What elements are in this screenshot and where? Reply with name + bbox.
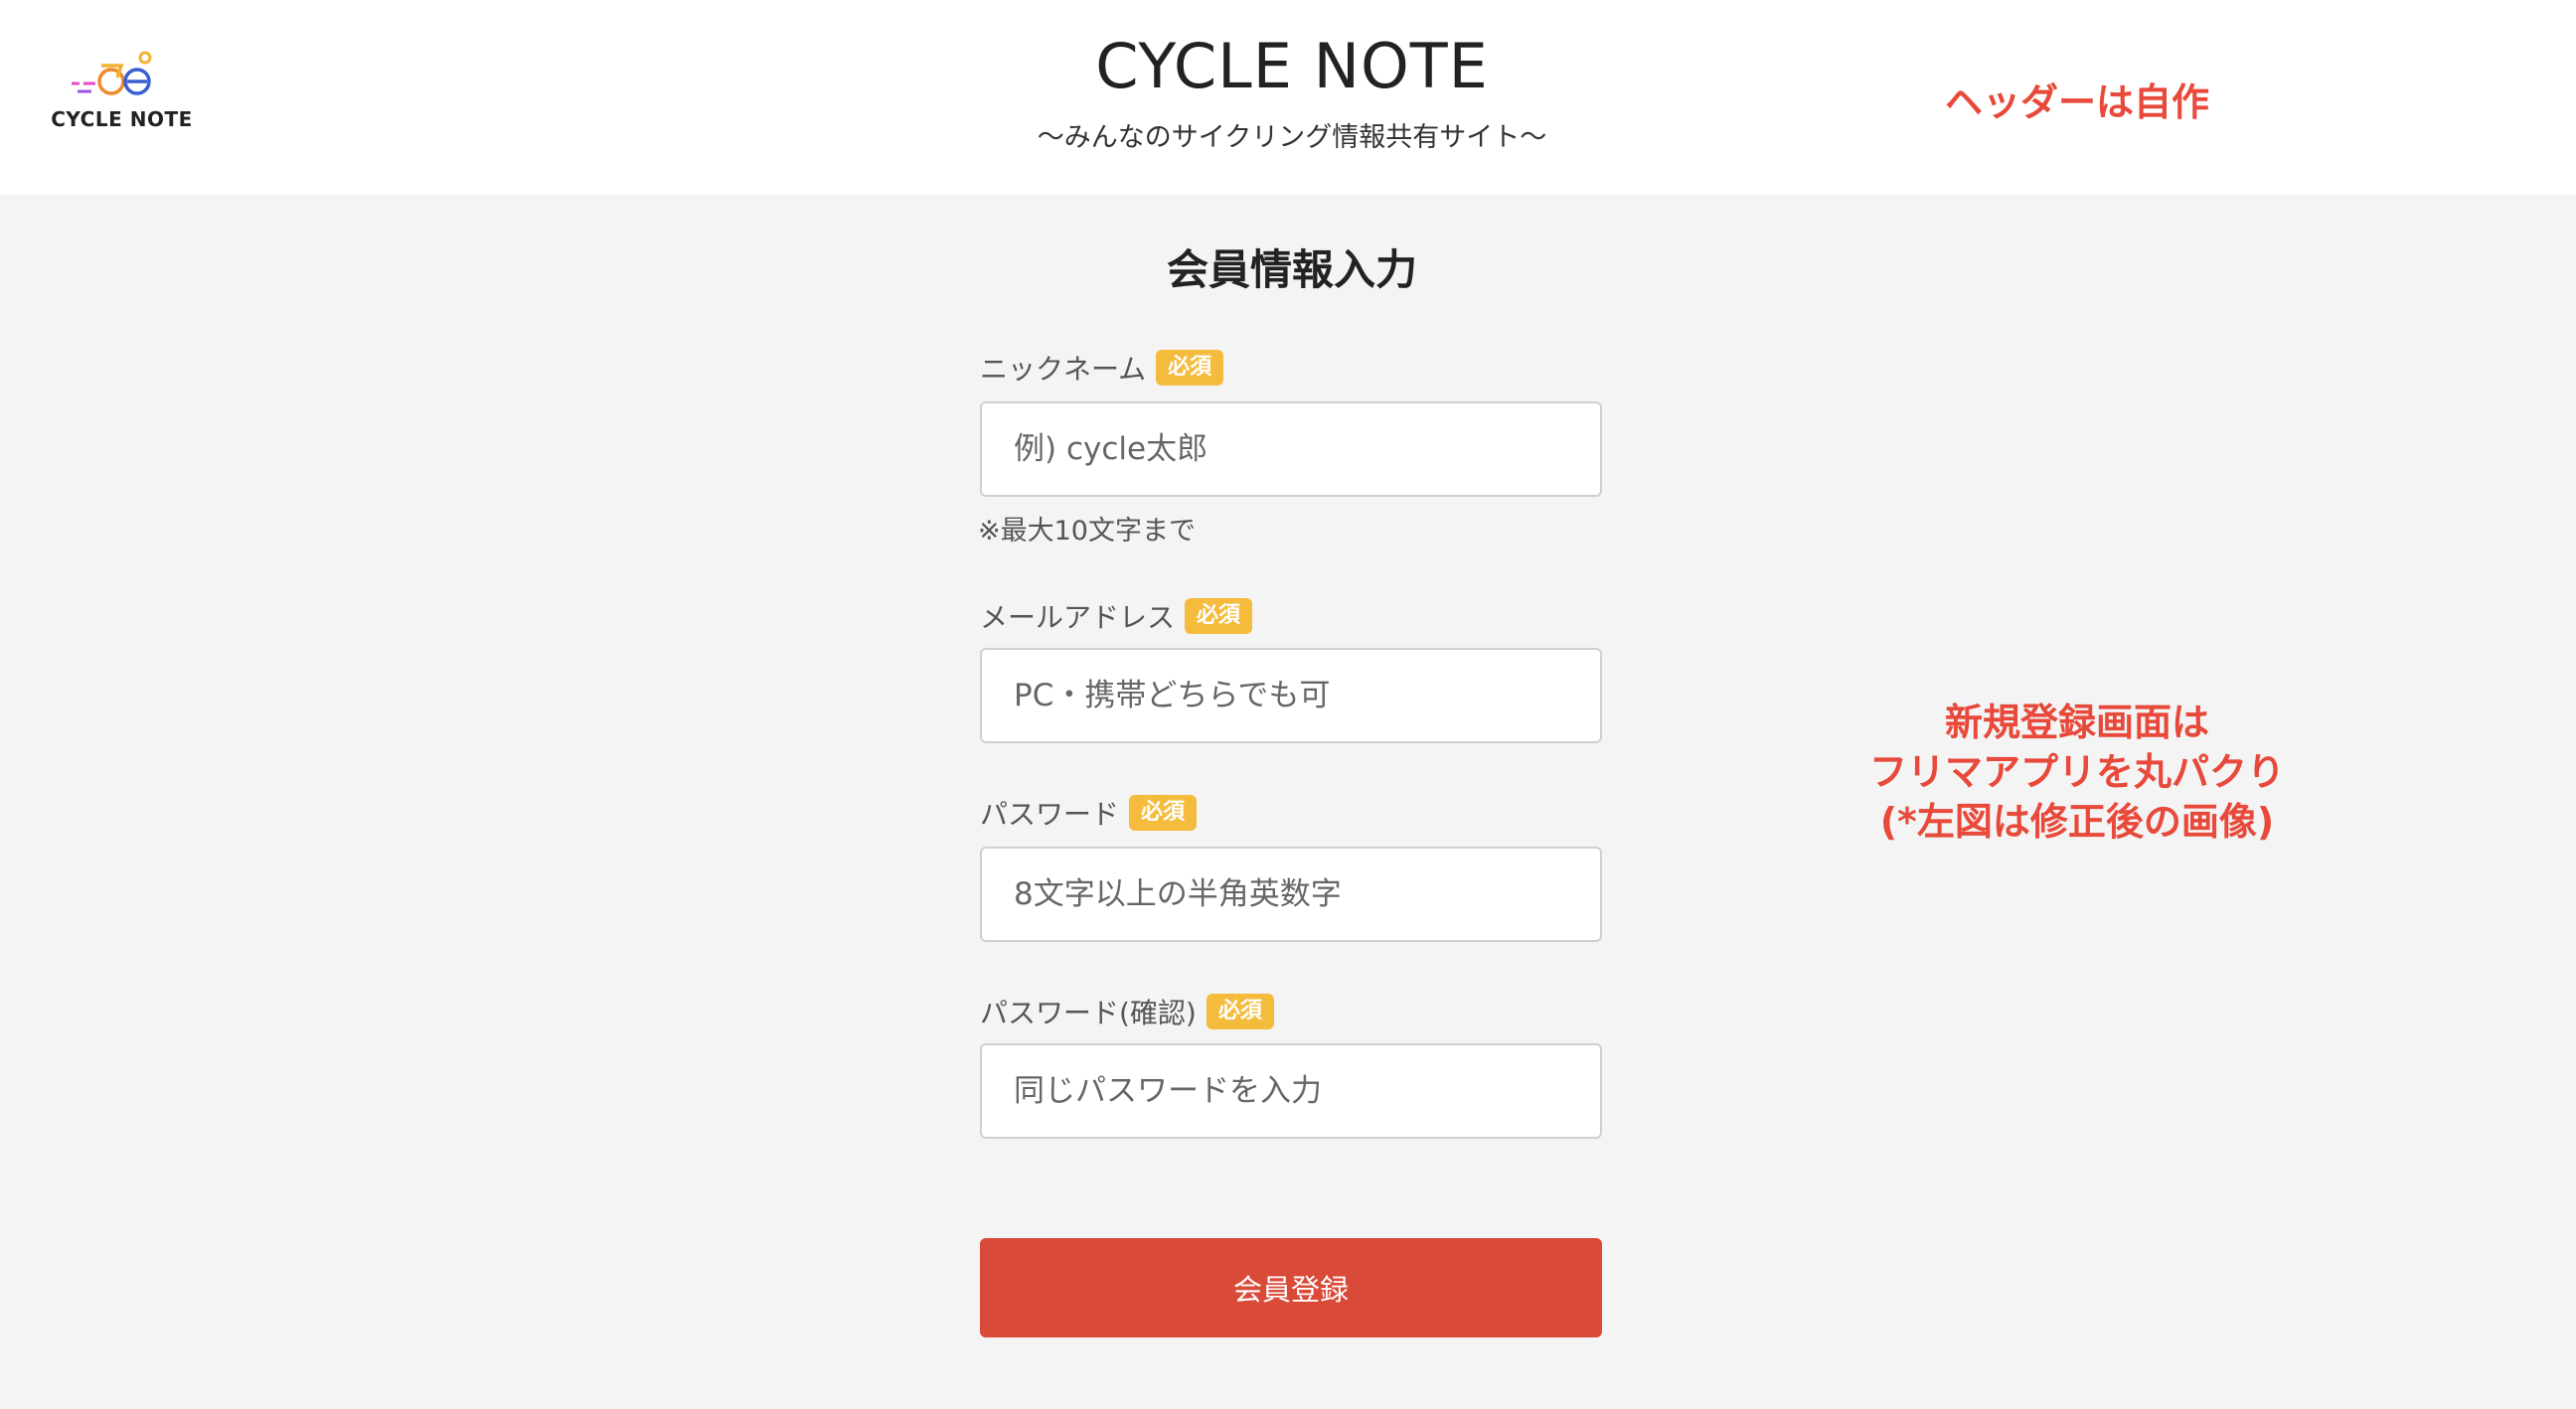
required-badge: 必須 <box>1156 350 1224 386</box>
logo-text: CYCLE NOTE <box>51 107 193 131</box>
required-badge: 必須 <box>1206 994 1274 1029</box>
bicycle-logo-icon <box>72 51 152 95</box>
field-label-text: ニックネーム <box>980 353 1147 386</box>
required-badge: 必須 <box>1185 598 1253 634</box>
field-label-text: パスワード <box>980 798 1120 831</box>
password-field-box[interactable] <box>980 847 1602 942</box>
logo[interactable]: CYCLE NOTE <box>50 48 194 137</box>
field-label-text: パスワード(確認) <box>980 997 1197 1029</box>
password-confirm-input[interactable] <box>1014 1073 1600 1109</box>
form-title: 会員情報入力 <box>1166 245 1417 294</box>
password-label: パスワード 必須 <box>980 793 1198 833</box>
annotation-line: 新規登録画面は <box>1944 701 2209 744</box>
site-title: CYCLE NOTE <box>1095 30 1489 102</box>
annotation-form-note: 新規登録画面は フリマアプリを丸パクり (*左図は修正後の画像) <box>1779 698 2375 847</box>
annotation-header-note: ヘッダーは自作 <box>1944 80 2209 124</box>
annotation-line: フリマアプリを丸パクり <box>1868 750 2285 794</box>
email-field-box[interactable] <box>980 648 1602 743</box>
email-label: メールアドレス 必須 <box>980 596 1253 636</box>
nickname-field-box[interactable] <box>980 401 1602 497</box>
annotation-line: (*左図は修正後の画像) <box>1879 800 2275 844</box>
password-confirm-label: パスワード(確認) 必須 <box>980 992 1274 1031</box>
field-label-text: メールアドレス <box>980 601 1176 634</box>
required-badge: 必須 <box>1129 795 1198 831</box>
nickname-hint: ※最大10文字まで <box>978 516 1196 547</box>
password-confirm-field-box[interactable] <box>980 1043 1602 1139</box>
site-header: CYCLE NOTE CYCLE NOTE 〜みんなのサイクリング情報共有サイト… <box>0 0 2576 195</box>
site-subtitle: 〜みんなのサイクリング情報共有サイト〜 <box>1037 122 1547 153</box>
email-input[interactable] <box>1014 678 1600 713</box>
password-input[interactable] <box>1014 876 1600 912</box>
nickname-label: ニックネーム 必須 <box>980 348 1224 388</box>
register-button[interactable]: 会員登録 <box>980 1238 1602 1337</box>
nickname-input[interactable] <box>1014 431 1600 467</box>
